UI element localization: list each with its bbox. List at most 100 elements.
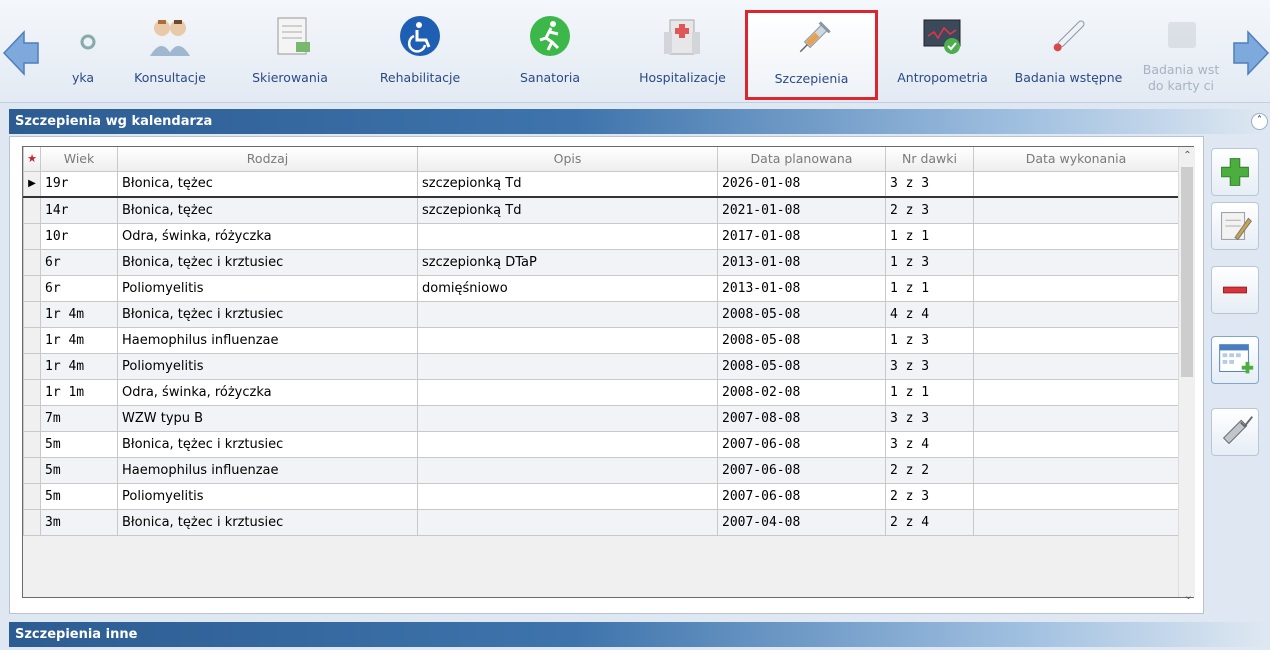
- scroll-right-arrow-icon[interactable]: [1232, 28, 1270, 78]
- cell-data-wykonania[interactable]: [973, 404, 1179, 432]
- collapse-icon[interactable]: ˄: [1251, 113, 1268, 130]
- cell-data-planowana[interactable]: 2008-05-08: [717, 300, 886, 328]
- cell-data-wykonania[interactable]: [973, 482, 1179, 510]
- column-header-wiek[interactable]: Wiek: [40, 147, 118, 172]
- row-selector[interactable]: [23, 430, 41, 458]
- table-row[interactable]: 1r 4m Poliomyelitis 2008-05-08 3 z 3: [23, 352, 1179, 380]
- cell-rodzaj[interactable]: WZW typu B: [117, 404, 418, 432]
- cell-wiek[interactable]: 1r 4m: [40, 352, 118, 380]
- cell-data-planowana[interactable]: 2013-01-08: [717, 274, 886, 302]
- cell-wiek[interactable]: 14r: [40, 196, 118, 224]
- cell-wiek[interactable]: 5m: [40, 430, 118, 458]
- toolbar-item-yka[interactable]: yka: [40, 0, 115, 103]
- cell-nr-dawki[interactable]: 3 z 4: [885, 430, 974, 458]
- cell-wiek[interactable]: 6r: [40, 248, 118, 276]
- table-row[interactable]: 5m Haemophilus influenzae 2007-06-08 2 z 2: [23, 456, 1179, 484]
- cell-nr-dawki[interactable]: 4 z 4: [885, 300, 974, 328]
- toolbar-item-antropometria[interactable]: Antropometria: [880, 0, 1005, 103]
- cell-rodzaj[interactable]: Poliomyelitis: [117, 482, 418, 510]
- cell-rodzaj[interactable]: Błonica, tężec i krztusiec: [117, 508, 418, 536]
- cell-opis[interactable]: [417, 300, 718, 328]
- cell-rodzaj[interactable]: Odra, świnka, różyczka: [117, 222, 418, 250]
- cell-rodzaj[interactable]: Błonica, tężec i krztusiec: [117, 300, 418, 328]
- row-selector[interactable]: [23, 222, 41, 250]
- toolbar-item-badania-wstepne[interactable]: Badania wstępne: [1005, 0, 1132, 103]
- cell-data-wykonania[interactable]: [973, 170, 1179, 198]
- cell-data-planowana[interactable]: 2026-01-08: [717, 170, 886, 198]
- cell-data-wykonania[interactable]: [973, 326, 1179, 354]
- column-header-data-planowana[interactable]: Data planowana: [717, 147, 886, 172]
- current-row-indicator-icon[interactable]: ▶: [23, 170, 41, 198]
- cell-data-wykonania[interactable]: [973, 352, 1179, 380]
- cell-data-wykonania[interactable]: [973, 222, 1179, 250]
- cell-data-planowana[interactable]: 2008-05-08: [717, 326, 886, 354]
- cell-nr-dawki[interactable]: 1 z 1: [885, 378, 974, 406]
- cell-opis[interactable]: [417, 482, 718, 510]
- row-selector[interactable]: [23, 352, 41, 380]
- cell-data-planowana[interactable]: 2007-06-08: [717, 482, 886, 510]
- column-header-nr-dawki[interactable]: Nr dawki: [885, 147, 974, 172]
- toolbar-item-konsultacje[interactable]: Konsultacje: [115, 0, 225, 103]
- cell-wiek[interactable]: 1r 4m: [40, 326, 118, 354]
- table-row[interactable]: 5m Poliomyelitis 2007-06-08 2 z 3: [23, 482, 1179, 510]
- cell-wiek[interactable]: 3m: [40, 508, 118, 536]
- table-row[interactable]: 3m Błonica, tężec i krztusiec 2007-04-08 2 …: [23, 508, 1179, 536]
- row-selector[interactable]: [23, 248, 41, 276]
- toolbar-item-skierowania[interactable]: Skierowania: [230, 0, 350, 103]
- cell-data-planowana[interactable]: 2008-02-08: [717, 378, 886, 406]
- calendar-add-button[interactable]: [1211, 336, 1259, 384]
- cell-data-planowana[interactable]: 2007-04-08: [717, 508, 886, 536]
- toolbar-item-szczepienia[interactable]: Szczepienia: [745, 10, 878, 100]
- cell-rodzaj[interactable]: Haemophilus influenzae: [117, 326, 418, 354]
- cell-data-planowana[interactable]: 2021-01-08: [717, 196, 886, 224]
- cell-nr-dawki[interactable]: 2 z 2: [885, 456, 974, 484]
- cell-rodzaj[interactable]: Błonica, tężec: [117, 170, 418, 198]
- cell-wiek[interactable]: 5m: [40, 482, 118, 510]
- cell-data-planowana[interactable]: 2007-06-08: [717, 430, 886, 458]
- toolbar-item-badania-do-karty[interactable]: Badania wst do karty ci: [1132, 0, 1230, 103]
- cell-rodzaj[interactable]: Błonica, tężec: [117, 196, 418, 224]
- cell-data-wykonania[interactable]: [973, 274, 1179, 302]
- cell-rodzaj[interactable]: Błonica, tężec i krztusiec: [117, 430, 418, 458]
- cell-wiek[interactable]: 7m: [40, 404, 118, 432]
- cell-nr-dawki[interactable]: 3 z 3: [885, 170, 974, 198]
- cell-wiek[interactable]: 6r: [40, 274, 118, 302]
- edit-vaccination-button[interactable]: [1211, 202, 1259, 250]
- cell-data-planowana[interactable]: 2008-05-08: [717, 352, 886, 380]
- cell-opis[interactable]: [417, 326, 718, 354]
- cell-data-planowana[interactable]: 2013-01-08: [717, 248, 886, 276]
- table-row[interactable]: ▶ 19r Błonica, tężec szczepionką Td 2026-01-…: [23, 170, 1179, 198]
- row-selector[interactable]: [23, 378, 41, 406]
- table-row[interactable]: 5m Błonica, tężec i krztusiec 2007-06-08 3 …: [23, 430, 1179, 458]
- cell-rodzaj[interactable]: Odra, świnka, różyczka: [117, 378, 418, 406]
- cell-data-wykonania[interactable]: [973, 456, 1179, 484]
- cell-nr-dawki[interactable]: 2 z 4: [885, 508, 974, 536]
- row-selector[interactable]: [23, 300, 41, 328]
- cell-data-planowana[interactable]: 2017-01-08: [717, 222, 886, 250]
- table-row[interactable]: 1r 4m Haemophilus influenzae 2008-05-08 1 z…: [23, 326, 1179, 354]
- cell-nr-dawki[interactable]: 1 z 3: [885, 326, 974, 354]
- toolbar-item-hospitalizacje[interactable]: Hospitalizacje: [625, 0, 740, 103]
- cell-rodzaj[interactable]: Poliomyelitis: [117, 274, 418, 302]
- cell-opis[interactable]: [417, 352, 718, 380]
- cell-opis[interactable]: [417, 222, 718, 250]
- table-row[interactable]: 10r Odra, świnka, różyczka 2017-01-08 1 z 1: [23, 222, 1179, 250]
- cell-opis[interactable]: szczepionką Td: [417, 170, 718, 198]
- column-header-rodzaj[interactable]: Rodzaj: [117, 147, 418, 172]
- cell-opis[interactable]: [417, 508, 718, 536]
- cell-data-planowana[interactable]: 2007-08-08: [717, 404, 886, 432]
- cell-wiek[interactable]: 1r 1m: [40, 378, 118, 406]
- row-selector[interactable]: [23, 482, 41, 510]
- cell-data-wykonania[interactable]: [973, 378, 1179, 406]
- cell-data-wykonania[interactable]: [973, 300, 1179, 328]
- cell-nr-dawki[interactable]: 3 z 3: [885, 404, 974, 432]
- column-header-data-wykonania[interactable]: Data wykonania: [973, 147, 1179, 172]
- table-row[interactable]: 6r Błonica, tężec i krztusiec szczepionką …: [23, 248, 1179, 276]
- cell-opis[interactable]: [417, 456, 718, 484]
- delete-vaccination-button[interactable]: [1211, 266, 1259, 314]
- cell-wiek[interactable]: 5m: [40, 456, 118, 484]
- cell-data-wykonania[interactable]: [973, 196, 1179, 224]
- cell-data-wykonania[interactable]: [973, 430, 1179, 458]
- cell-opis[interactable]: domięśniowo: [417, 274, 718, 302]
- cell-wiek[interactable]: 19r: [40, 170, 118, 198]
